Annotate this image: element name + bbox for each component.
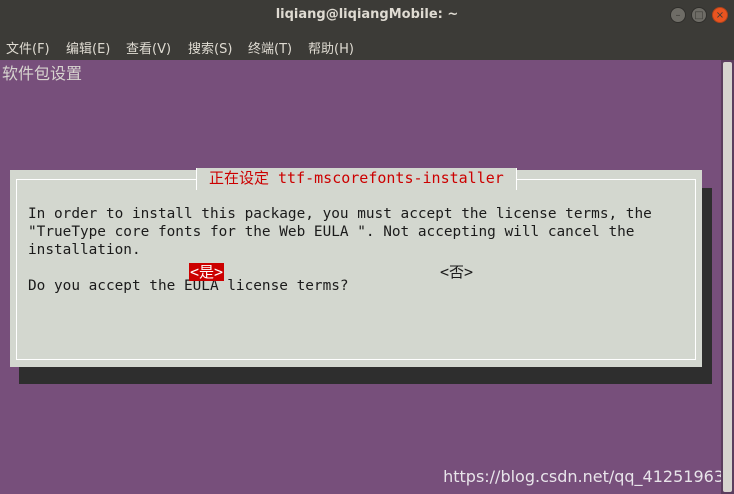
dialog-text-line-2: "TrueType core fonts for the Web EULA ".… [28, 224, 635, 240]
no-button[interactable]: <否> [440, 263, 473, 281]
menu-edit[interactable]: 编辑(E) [66, 38, 110, 57]
watermark: https://blog.csdn.net/qq_41251963 [443, 467, 724, 486]
minimize-icon[interactable]: – [670, 7, 686, 23]
menu-file[interactable]: 文件(F) [6, 38, 50, 57]
yes-button[interactable]: <是> [189, 263, 225, 281]
menu-view[interactable]: 查看(V) [126, 38, 171, 57]
window-titlebar[interactable]: liqiang@liqiangMobile: ~ – □ × [0, 0, 734, 32]
menu-bar: 文件(F) 编辑(E) 查看(V) 搜索(S) 终端(T) 帮助(H) [0, 32, 734, 60]
maximize-icon[interactable]: □ [691, 7, 707, 23]
window-title: liqiang@liqiangMobile: ~ [275, 7, 459, 22]
dialog-title: 正在设定 ttf-mscorefonts-installer [196, 168, 517, 190]
menu-search[interactable]: 搜索(S) [188, 38, 232, 57]
menu-terminal[interactable]: 终端(T) [248, 38, 292, 57]
eula-dialog: 正在设定 ttf-mscorefonts-installer In order … [10, 168, 702, 367]
scrollbar-thumb[interactable] [723, 62, 732, 492]
backtitle: 软件包设置 [2, 64, 83, 83]
scrollbar[interactable] [721, 60, 734, 494]
terminal-area[interactable]: 软件包设置 正在设定 ttf-mscorefonts-installer In … [0, 60, 734, 494]
close-icon[interactable]: × [712, 7, 728, 23]
dialog-text-line-3: installation. [28, 242, 141, 258]
menu-help[interactable]: 帮助(H) [308, 38, 354, 57]
dialog-text-line-1: In order to install this package, you mu… [28, 206, 652, 222]
